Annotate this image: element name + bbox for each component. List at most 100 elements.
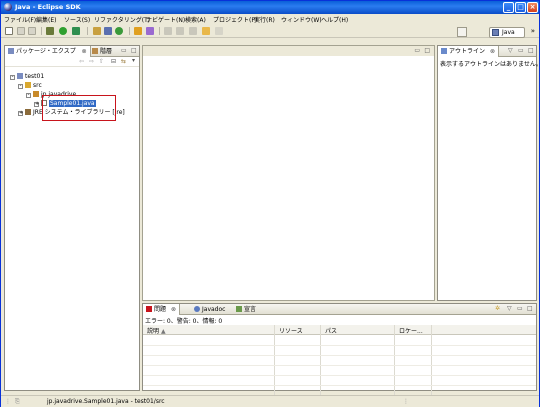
minimize-button[interactable]: _: [503, 2, 514, 13]
toolbar-separator: [41, 27, 42, 35]
package-explorer-panel: パッケージ・エクスプ ⊗ 階層 ▭ □ ⇦ ⇨ ⇧ ⊟ ⇆ ▾ - test01 …: [4, 45, 140, 391]
close-icon[interactable]: ⊗: [171, 306, 176, 313]
chevron-right-icon[interactable]: »: [531, 27, 535, 35]
library-icon: [25, 109, 31, 115]
filter-icon[interactable]: ✲: [495, 305, 500, 312]
menu-refactor[interactable]: リファクタリング(T): [94, 15, 150, 24]
menu-source[interactable]: ソース(S): [64, 15, 90, 24]
menu-window[interactable]: ウィンドウ(W): [281, 15, 322, 24]
run-icon[interactable]: [59, 27, 67, 35]
collapse-icon[interactable]: -: [10, 75, 15, 80]
print-icon[interactable]: [28, 27, 36, 35]
link-with-editor-icon[interactable]: ⇆: [121, 58, 126, 65]
editor-header: ▭ □: [143, 46, 434, 56]
menu-edit[interactable]: 編集(E): [36, 15, 56, 24]
perspective-label: Java: [502, 29, 515, 36]
package-icon: [33, 91, 39, 97]
minimize-editor-icon[interactable]: ▭: [414, 47, 420, 54]
external-tools-icon[interactable]: [72, 27, 80, 35]
eclipse-icon: [4, 3, 12, 11]
project-label: test01: [25, 73, 45, 80]
problems-panel: 問題 ⊗ Javadoc 宣言 ✲ ▽ ▭ □ エラー: 0、警告: 0、情報:…: [142, 303, 537, 405]
view-menu-icon[interactable]: ▽: [507, 305, 512, 312]
next-annotation-icon[interactable]: [164, 27, 172, 35]
expand-icon[interactable]: +: [18, 111, 23, 116]
outline-panel: アウトライン ⊗ ▽ ▭ □ 表示するアウトラインはありません。: [437, 45, 540, 301]
column-path[interactable]: パス: [325, 326, 337, 335]
minimize-view-icon[interactable]: ▭: [517, 305, 523, 312]
declaration-icon: [236, 306, 242, 312]
menu-file[interactable]: ファイル(F): [4, 15, 36, 24]
close-button[interactable]: ×: [527, 2, 538, 13]
column-location[interactable]: ロケー...: [399, 326, 423, 335]
javadoc-icon: [194, 306, 200, 312]
collapse-icon[interactable]: -: [18, 84, 23, 89]
close-icon[interactable]: ⊗: [490, 48, 495, 55]
status-text: jp.javadrive.Sample01.java - test01/src: [47, 398, 165, 405]
new-package-icon[interactable]: [104, 27, 112, 35]
project-icon: [17, 73, 23, 79]
menu-project[interactable]: プロジェクト(P): [213, 15, 257, 24]
menu-bar: ファイル(F) 編集(E) ソース(S) リファクタリング(T) ナビゲート(N…: [1, 14, 539, 24]
status-separator: ⋮: [403, 398, 409, 405]
previous-annotation-icon[interactable]: [176, 27, 184, 35]
maximize-view-icon[interactable]: □: [131, 47, 137, 54]
last-edit-icon[interactable]: [189, 27, 197, 35]
open-perspective-icon[interactable]: [457, 27, 467, 37]
save-icon[interactable]: [17, 27, 25, 35]
debug-icon[interactable]: [46, 27, 54, 35]
toolbar-separator: [129, 27, 130, 35]
new-class-icon[interactable]: [115, 27, 123, 35]
tab-javadoc[interactable]: Javadoc: [191, 304, 228, 315]
tab-declaration[interactable]: 宣言: [233, 304, 259, 315]
menu-navigate[interactable]: ナビゲート(N): [146, 15, 185, 24]
collapse-all-icon[interactable]: ⊟: [111, 58, 116, 65]
view-menu-icon[interactable]: ▽: [508, 47, 513, 54]
tab-hierarchy[interactable]: 階層: [89, 46, 115, 57]
maximize-view-icon[interactable]: □: [527, 305, 533, 312]
table-row: [143, 366, 536, 376]
tree-src[interactable]: - src: [18, 82, 42, 90]
search-icon[interactable]: [146, 27, 154, 35]
tab-problems-label: 問題: [154, 306, 167, 313]
tree-project[interactable]: - test01: [10, 73, 44, 81]
tab-problems[interactable]: 問題 ⊗: [143, 304, 180, 315]
new-java-project-icon[interactable]: [93, 27, 101, 35]
toolbar-separator: [159, 27, 160, 35]
outline-message: 表示するアウトラインはありません。: [440, 61, 540, 68]
back-icon[interactable]: ⇦: [79, 58, 84, 65]
forward-icon[interactable]: [215, 27, 223, 35]
tab-outline[interactable]: アウトライン ⊗: [438, 46, 499, 57]
fast-view-icon[interactable]: ⎘: [15, 398, 20, 406]
title-bar[interactable]: Java - Eclipse SDK _ □ ×: [1, 1, 539, 14]
maximize-view-icon[interactable]: □: [528, 47, 534, 54]
sort-ascending-icon: ▲: [160, 328, 166, 335]
view-menu-icon[interactable]: ▾: [132, 57, 135, 64]
java-perspective-button[interactable]: Java: [489, 27, 525, 38]
back-icon[interactable]: [202, 27, 210, 35]
collapse-icon[interactable]: -: [26, 93, 31, 98]
tab-package-explorer[interactable]: パッケージ・エクスプ ⊗: [5, 46, 91, 57]
up-icon[interactable]: ⇧: [99, 58, 104, 65]
minimize-view-icon[interactable]: ▭: [121, 47, 127, 54]
close-icon[interactable]: ⊗: [82, 48, 87, 55]
menu-run[interactable]: 実行(R): [254, 15, 275, 24]
open-type-icon[interactable]: [134, 27, 142, 35]
window-title: Java - Eclipse SDK: [15, 3, 81, 11]
expand-icon[interactable]: +: [34, 102, 39, 107]
eclipse-window: Java - Eclipse SDK _ □ × ファイル(F) 編集(E) ソ…: [0, 0, 540, 407]
new-icon[interactable]: [5, 27, 13, 35]
problems-table-header: 説明 ▲ リソース パス ロケー...: [143, 325, 536, 335]
minimize-view-icon[interactable]: ▭: [518, 47, 524, 54]
menu-search[interactable]: 検索(A): [185, 15, 206, 24]
column-description-label: 説明: [147, 328, 160, 335]
editor-area: ▭ □: [142, 45, 435, 301]
toolbar-separator: [87, 27, 88, 35]
column-resource[interactable]: リソース: [279, 326, 303, 335]
maximize-editor-icon[interactable]: □: [424, 47, 430, 54]
column-description[interactable]: 説明 ▲: [147, 326, 166, 335]
maximize-button[interactable]: □: [515, 2, 526, 13]
package-explorer-header: パッケージ・エクスプ ⊗ 階層 ▭ □: [5, 46, 139, 57]
menu-help[interactable]: ヘルプ(H): [321, 15, 348, 24]
forward-icon[interactable]: ⇨: [89, 58, 94, 65]
